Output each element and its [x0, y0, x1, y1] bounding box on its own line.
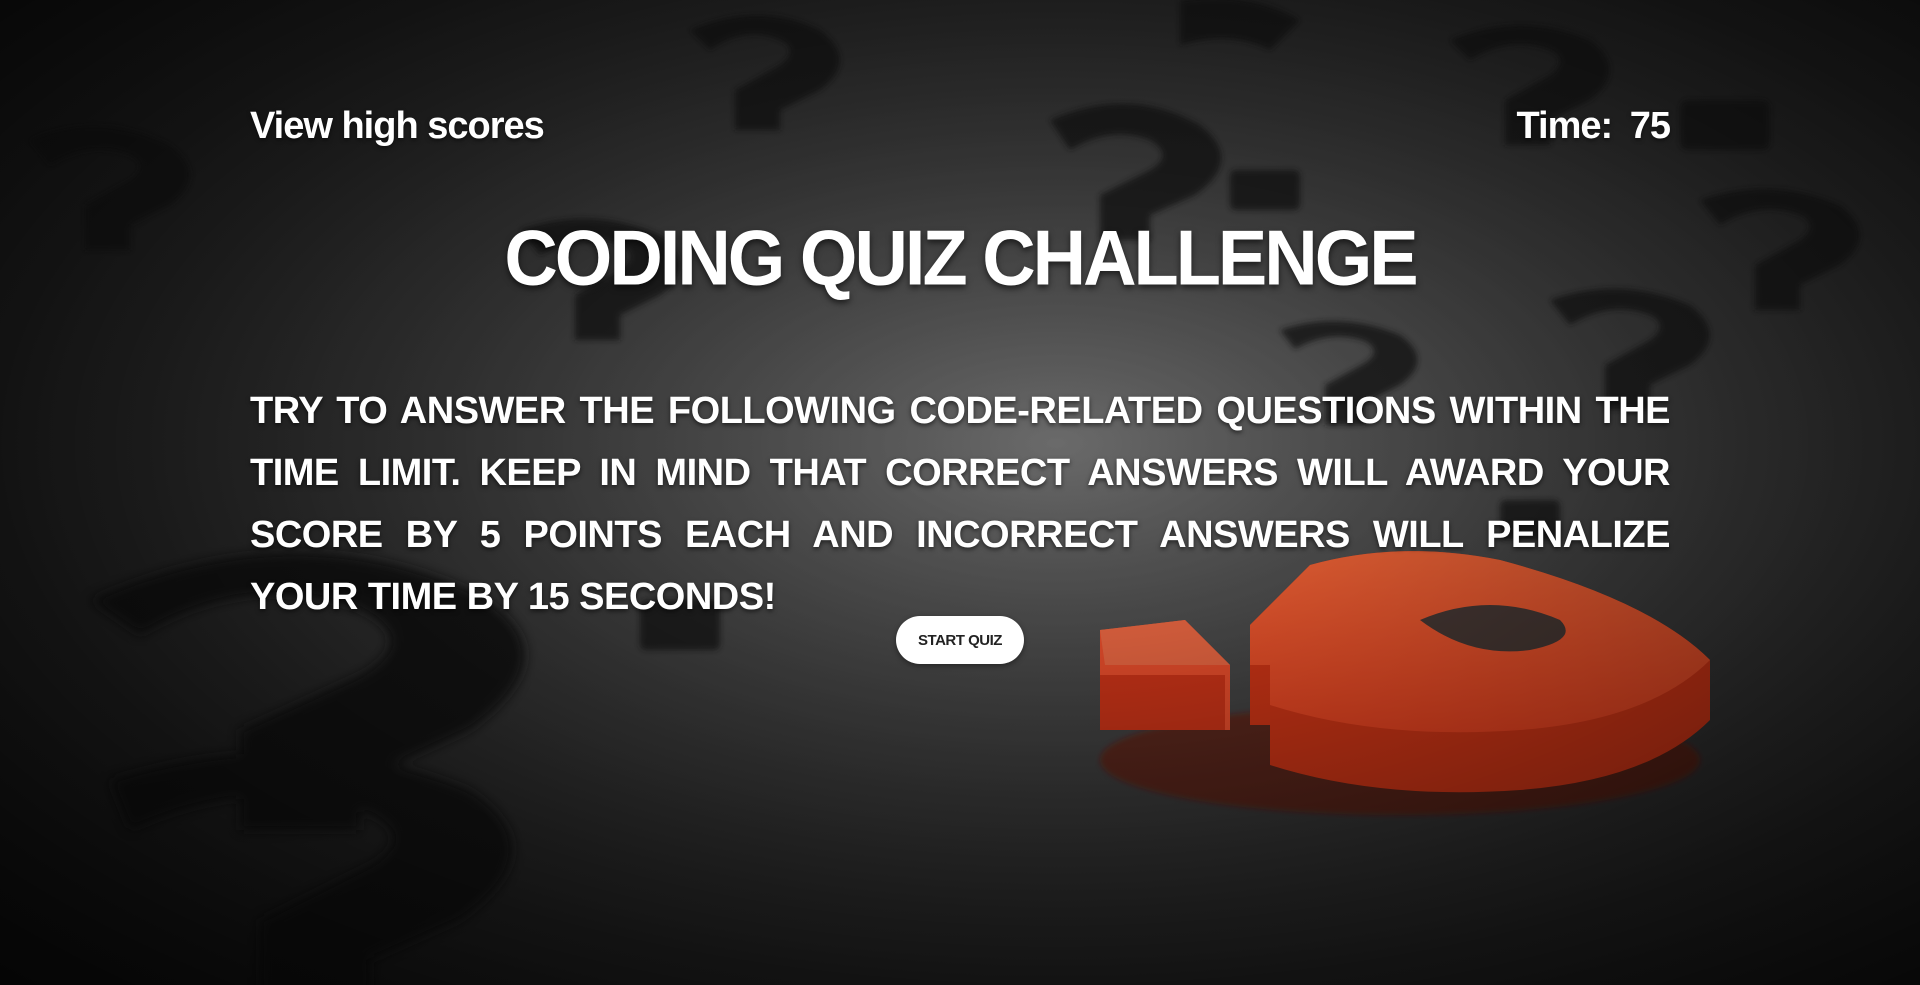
- quiz-instructions: Try to answer the following code-related…: [250, 390, 1671, 618]
- timer: Time: 75: [1516, 104, 1671, 148]
- view-high-scores-link[interactable]: View high scores: [250, 105, 545, 148]
- timer-value: 75: [1629, 104, 1671, 147]
- page-title: Coding Quiz Challenge: [504, 213, 1418, 302]
- top-bar: View high scores Time: 75: [250, 100, 1671, 152]
- timer-label: Time:: [1516, 104, 1613, 147]
- start-quiz-button[interactable]: Start Quiz: [896, 616, 1024, 664]
- quiz-start-page: View high scores Time: 75 Coding Quiz Ch…: [0, 0, 1920, 985]
